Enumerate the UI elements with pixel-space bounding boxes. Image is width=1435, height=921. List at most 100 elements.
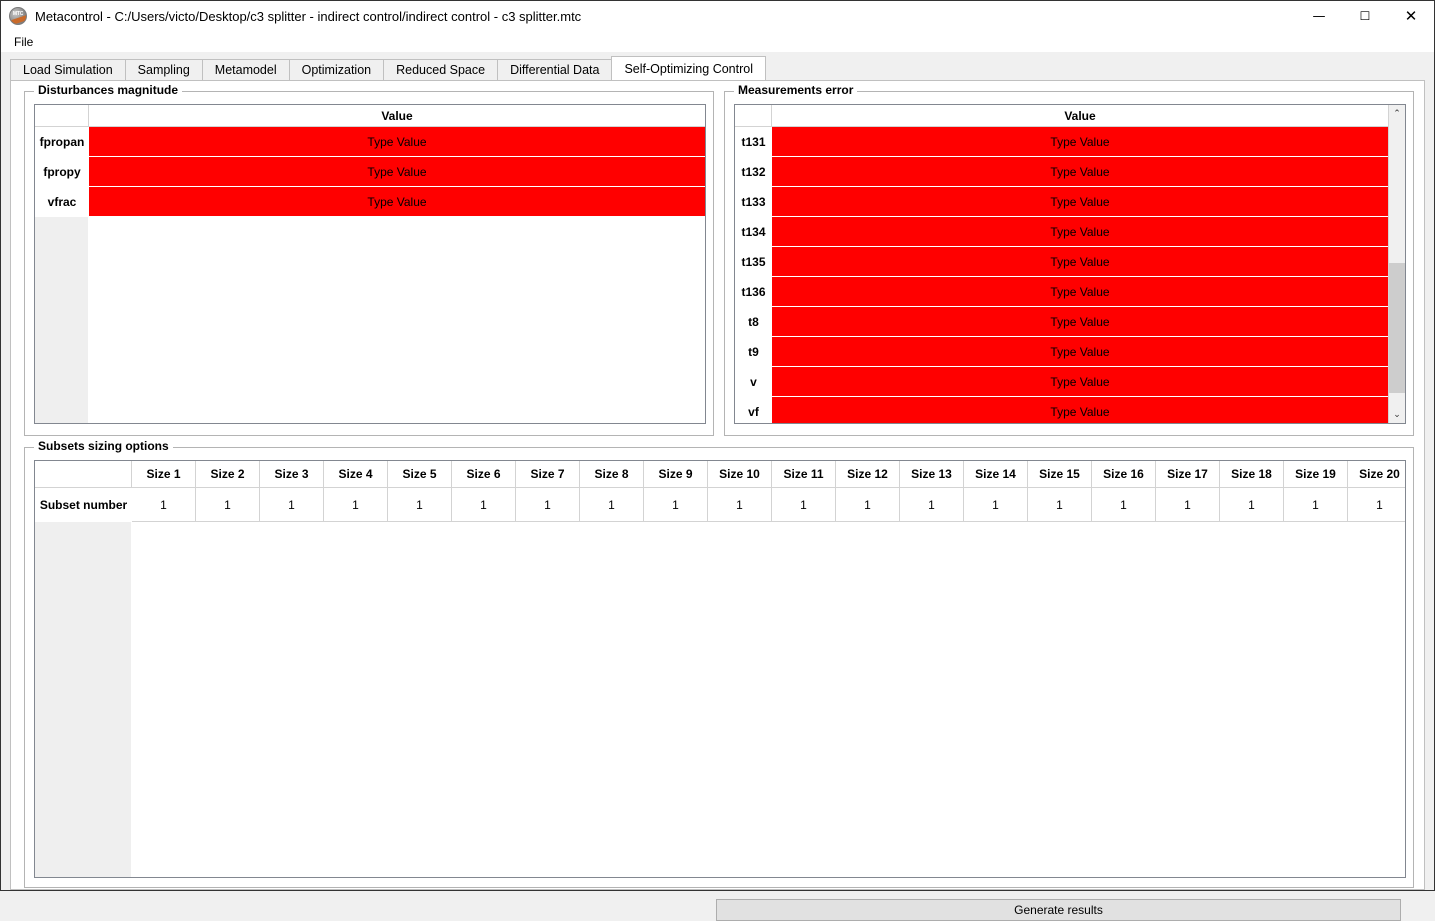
subset-size-cell-6[interactable]: 1 xyxy=(452,488,516,522)
value-input-t134[interactable]: Type Value xyxy=(772,217,1388,247)
column-header-size-4[interactable]: Size 4 xyxy=(324,461,388,488)
row-header-t135[interactable]: t135 xyxy=(735,247,772,277)
tab-content-self-optimizing-control: Disturbances magnitude ValuefpropanType … xyxy=(10,80,1425,890)
subset-size-cell-16[interactable]: 1 xyxy=(1092,488,1156,522)
subset-size-cell-14[interactable]: 1 xyxy=(964,488,1028,522)
value-input-v[interactable]: Type Value xyxy=(772,367,1388,397)
tab-load-simulation[interactable]: Load Simulation xyxy=(10,59,126,80)
row-header-vfrac[interactable]: vfrac xyxy=(35,187,89,217)
measurements-error-group: Measurements error Valuet131Type Valuet1… xyxy=(724,91,1414,436)
table-empty-area xyxy=(132,461,1405,877)
subset-size-cell-5[interactable]: 1 xyxy=(388,488,452,522)
subset-size-cell-3[interactable]: 1 xyxy=(260,488,324,522)
subsets-sizing-options-group: Subsets sizing options Size 1Size 2Size … xyxy=(24,447,1414,888)
column-header-size-15[interactable]: Size 15 xyxy=(1028,461,1092,488)
value-input-t133[interactable]: Type Value xyxy=(772,187,1388,217)
column-header-size-1[interactable]: Size 1 xyxy=(132,461,196,488)
subset-size-cell-2[interactable]: 1 xyxy=(196,488,260,522)
subset-size-cell-19[interactable]: 1 xyxy=(1284,488,1348,522)
column-header-size-2[interactable]: Size 2 xyxy=(196,461,260,488)
column-header-size-8[interactable]: Size 8 xyxy=(580,461,644,488)
tab-sampling[interactable]: Sampling xyxy=(125,59,203,80)
row-header-subset-number[interactable]: Subset number xyxy=(35,488,132,522)
disturbances-table[interactable]: ValuefpropanType ValuefpropyType Valuevf… xyxy=(34,104,706,424)
tab-strip-container: Load Simulation Sampling Metamodel Optim… xyxy=(1,52,1434,80)
subset-size-cell-1[interactable]: 1 xyxy=(132,488,196,522)
table-corner-cell xyxy=(35,105,89,127)
row-header-fpropan[interactable]: fpropan xyxy=(35,127,89,157)
value-input-vfrac[interactable]: Type Value xyxy=(89,187,705,217)
subset-size-cell-9[interactable]: 1 xyxy=(644,488,708,522)
maximize-button[interactable]: ☐ xyxy=(1342,1,1388,31)
application-window: Metacontrol - C:/Users/victo/Desktop/c3 … xyxy=(0,0,1435,891)
row-header-v[interactable]: v xyxy=(735,367,772,397)
column-header-size-14[interactable]: Size 14 xyxy=(964,461,1028,488)
column-header-size-10[interactable]: Size 10 xyxy=(708,461,772,488)
column-header-size-17[interactable]: Size 17 xyxy=(1156,461,1220,488)
value-input-fpropy[interactable]: Type Value xyxy=(89,157,705,187)
subset-size-cell-10[interactable]: 1 xyxy=(708,488,772,522)
row-header-t134[interactable]: t134 xyxy=(735,217,772,247)
column-header-size-5[interactable]: Size 5 xyxy=(388,461,452,488)
subset-size-cell-17[interactable]: 1 xyxy=(1156,488,1220,522)
subset-size-cell-13[interactable]: 1 xyxy=(900,488,964,522)
subset-size-cell-4[interactable]: 1 xyxy=(324,488,388,522)
row-header-t131[interactable]: t131 xyxy=(735,127,772,157)
column-header-size-12[interactable]: Size 12 xyxy=(836,461,900,488)
scroll-up-button[interactable]: ⌃ xyxy=(1389,105,1405,122)
value-input-t135[interactable]: Type Value xyxy=(772,247,1388,277)
close-button[interactable]: ✕ xyxy=(1388,1,1434,31)
tab-metamodel[interactable]: Metamodel xyxy=(202,59,290,80)
subset-size-cell-11[interactable]: 1 xyxy=(772,488,836,522)
row-header-vf[interactable]: vf xyxy=(735,397,772,424)
menu-item-file[interactable]: File xyxy=(10,33,37,51)
column-header-size-3[interactable]: Size 3 xyxy=(260,461,324,488)
tab-reduced-space[interactable]: Reduced Space xyxy=(383,59,498,80)
subset-size-cell-15[interactable]: 1 xyxy=(1028,488,1092,522)
column-header-value: Value xyxy=(772,105,1388,127)
scrollbar-thumb[interactable] xyxy=(1389,263,1405,393)
menu-bar: File xyxy=(1,31,1434,52)
column-header-size-11[interactable]: Size 11 xyxy=(772,461,836,488)
generate-results-button[interactable]: Generate results xyxy=(716,899,1401,921)
tab-differential-data[interactable]: Differential Data xyxy=(497,59,612,80)
subset-size-cell-7[interactable]: 1 xyxy=(516,488,580,522)
subset-size-cell-20[interactable]: 1 xyxy=(1348,488,1406,522)
table-corner-cell xyxy=(735,105,772,127)
window-controls: — ☐ ✕ xyxy=(1296,1,1434,31)
subset-size-cell-8[interactable]: 1 xyxy=(580,488,644,522)
column-header-size-16[interactable]: Size 16 xyxy=(1092,461,1156,488)
row-header-column xyxy=(35,461,132,877)
column-header-size-18[interactable]: Size 18 xyxy=(1220,461,1284,488)
tab-self-optimizing-control[interactable]: Self-Optimizing Control xyxy=(611,56,766,80)
column-header-size-7[interactable]: Size 7 xyxy=(516,461,580,488)
vertical-scrollbar[interactable]: ⌃⌄ xyxy=(1388,105,1405,423)
value-input-t8[interactable]: Type Value xyxy=(772,307,1388,337)
value-input-fpropan[interactable]: Type Value xyxy=(89,127,705,157)
row-header-t136[interactable]: t136 xyxy=(735,277,772,307)
column-header-size-20[interactable]: Size 20 xyxy=(1348,461,1406,488)
row-header-t8[interactable]: t8 xyxy=(735,307,772,337)
tab-strip: Load Simulation Sampling Metamodel Optim… xyxy=(10,56,765,80)
minimize-button[interactable]: — xyxy=(1296,1,1342,31)
value-input-t9[interactable]: Type Value xyxy=(772,337,1388,367)
value-input-t131[interactable]: Type Value xyxy=(772,127,1388,157)
value-input-t136[interactable]: Type Value xyxy=(772,277,1388,307)
row-header-t132[interactable]: t132 xyxy=(735,157,772,187)
row-header-fpropy[interactable]: fpropy xyxy=(35,157,89,187)
scroll-down-button[interactable]: ⌄ xyxy=(1389,406,1405,423)
subset-size-cell-12[interactable]: 1 xyxy=(836,488,900,522)
subsets-table[interactable]: Size 1Size 2Size 3Size 4Size 5Size 6Size… xyxy=(34,460,1406,878)
row-header-t9[interactable]: t9 xyxy=(735,337,772,367)
measurements-table[interactable]: Valuet131Type Valuet132Type Valuet133Typ… xyxy=(734,104,1406,424)
column-header-size-6[interactable]: Size 6 xyxy=(452,461,516,488)
value-input-t132[interactable]: Type Value xyxy=(772,157,1388,187)
column-header-size-9[interactable]: Size 9 xyxy=(644,461,708,488)
tab-optimization[interactable]: Optimization xyxy=(289,59,384,80)
column-header-size-19[interactable]: Size 19 xyxy=(1284,461,1348,488)
subset-size-cell-18[interactable]: 1 xyxy=(1220,488,1284,522)
window-title: Metacontrol - C:/Users/victo/Desktop/c3 … xyxy=(35,9,581,24)
column-header-size-13[interactable]: Size 13 xyxy=(900,461,964,488)
row-header-t133[interactable]: t133 xyxy=(735,187,772,217)
value-input-vf[interactable]: Type Value xyxy=(772,397,1388,424)
